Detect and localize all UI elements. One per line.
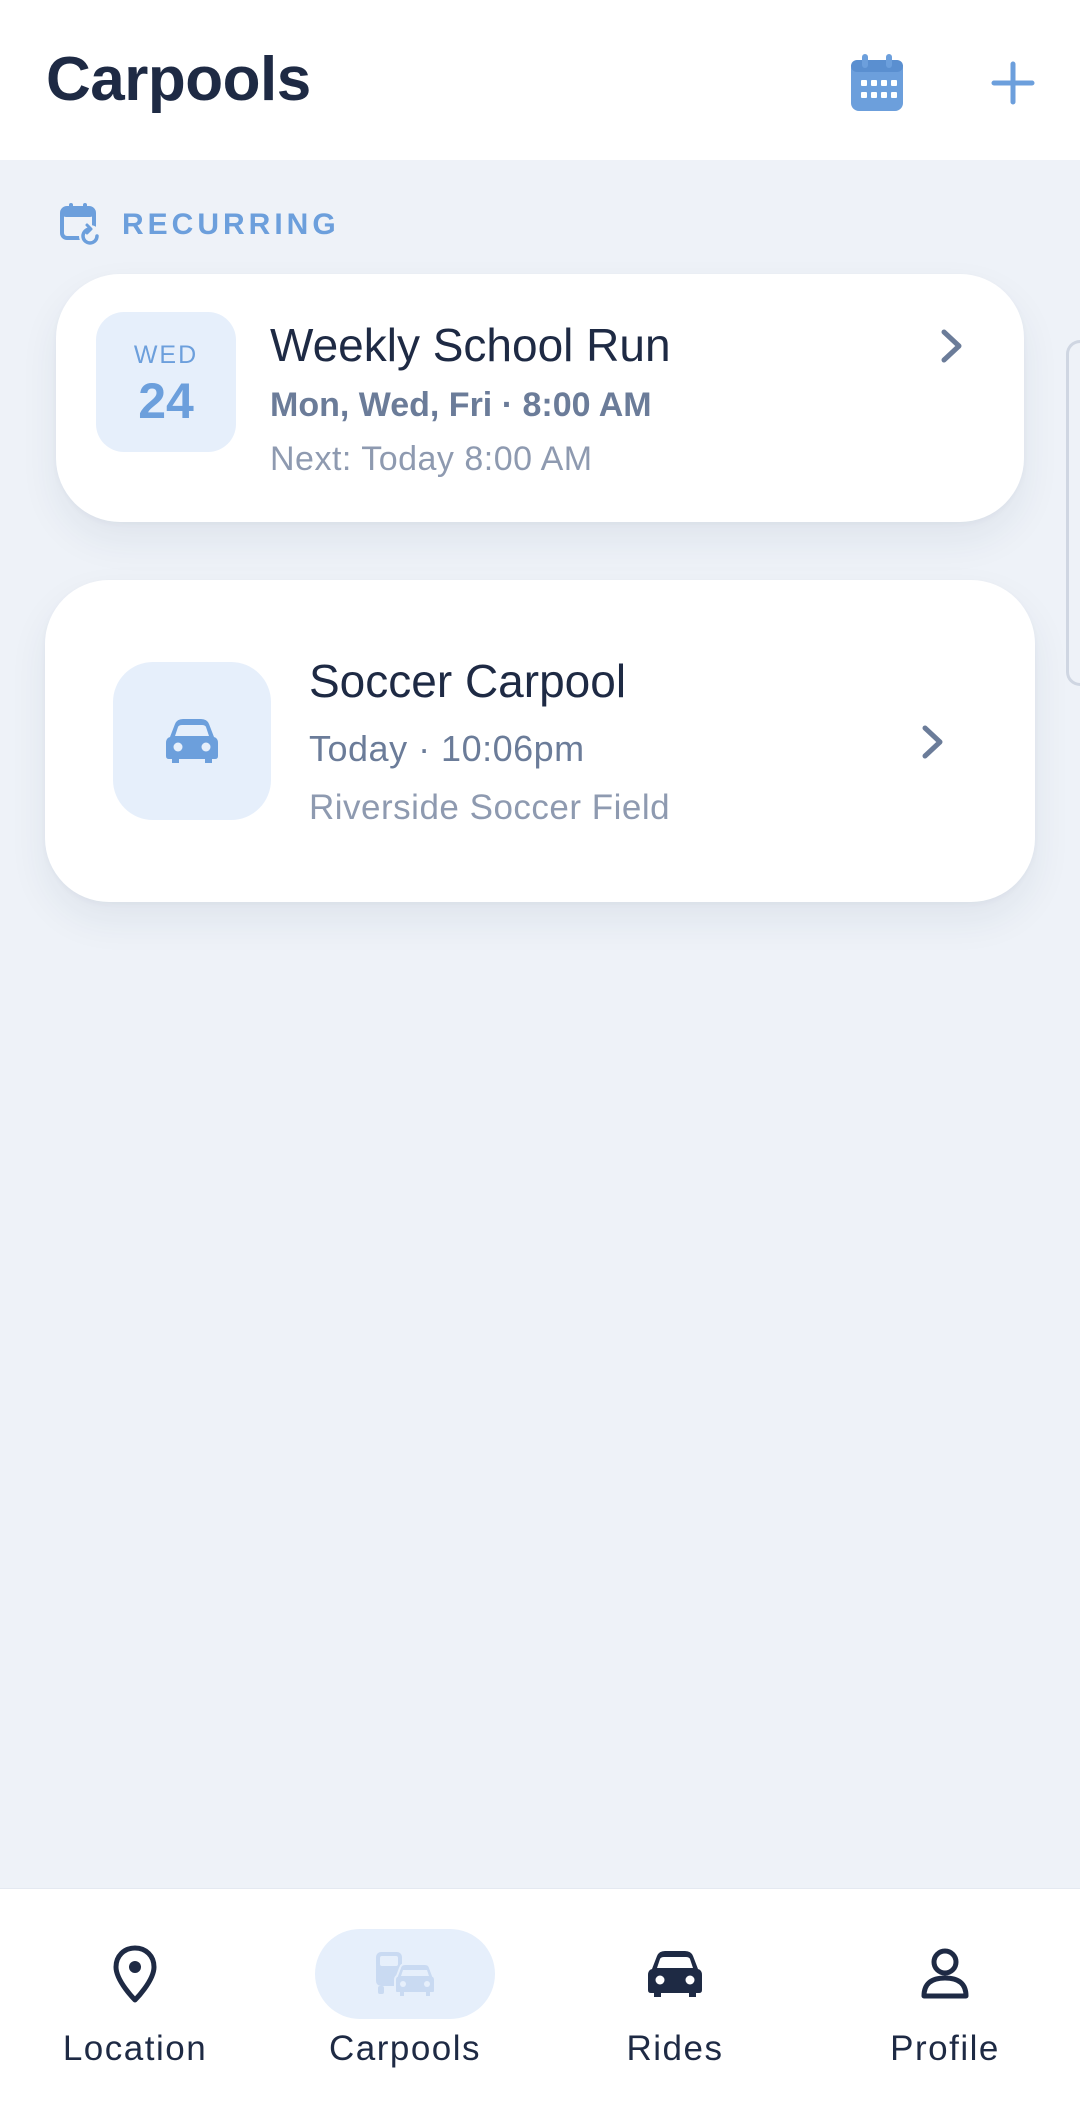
map-pin-icon — [113, 1945, 157, 2003]
date-day-of-week: WED — [133, 340, 199, 369]
app-root: Carpools RECURRING WED 24 Weekly School … — [0, 0, 1080, 2116]
section-label: RECURRING — [122, 208, 340, 241]
user-icon — [921, 1948, 969, 1999]
carpool-card[interactable]: Soccer Carpool Today · 10:06pm Riverside… — [45, 580, 1035, 902]
nav-item-carpools[interactable]: Carpools — [270, 1889, 540, 2116]
chevron-right-icon — [932, 326, 972, 366]
nav-item-profile[interactable]: Profile — [810, 1889, 1080, 2116]
nav-icon-container — [585, 1929, 765, 2019]
nav-item-location[interactable]: Location — [0, 1889, 270, 2116]
calendar-recurring-icon — [60, 203, 101, 247]
add-carpool-button[interactable] — [982, 52, 1044, 114]
carpool-card-time: Today · 10:06pm — [309, 728, 585, 769]
car-icon — [166, 719, 218, 763]
recurring-card-title: Weekly School Run — [270, 319, 671, 371]
date-day-number: 24 — [138, 372, 194, 429]
bottom-nav: Location Carpools Rides Profile — [0, 1888, 1080, 2116]
plus-icon — [991, 61, 1035, 105]
recurring-carpool-card[interactable]: WED 24 Weekly School Run Mon, Wed, Fri ·… — [56, 274, 1024, 522]
carpools-icon — [376, 1952, 436, 1998]
page-title: Carpools — [46, 45, 311, 114]
nav-label-carpools: Carpools — [328, 2029, 482, 2068]
nav-icon-container — [315, 1929, 495, 2019]
chevron-right-icon — [913, 722, 953, 762]
carpool-card-icon-badge — [113, 662, 271, 820]
nav-icon-container — [45, 1929, 225, 2019]
scroll-handle[interactable] — [1066, 340, 1080, 686]
calendar-icon — [851, 54, 903, 111]
nav-label-rides: Rides — [626, 2029, 724, 2068]
nav-icon-container — [855, 1929, 1035, 2019]
car-icon — [648, 1951, 702, 1997]
recurring-card-schedule: Mon, Wed, Fri · 8:00 AM — [270, 386, 652, 424]
nav-label-location: Location — [62, 2029, 208, 2068]
date-badge: WED 24 — [96, 312, 236, 452]
carpool-card-location: Riverside Soccer Field — [309, 788, 671, 827]
nav-item-rides[interactable]: Rides — [540, 1889, 810, 2116]
section-header-recurring: RECURRING — [60, 200, 340, 250]
carpool-card-title: Soccer Carpool — [309, 655, 627, 707]
recurring-card-next: Next: Today 8:00 AM — [270, 440, 593, 478]
top-header: Carpools — [0, 0, 1080, 160]
nav-label-profile: Profile — [890, 2029, 1000, 2068]
calendar-button[interactable] — [846, 52, 908, 114]
